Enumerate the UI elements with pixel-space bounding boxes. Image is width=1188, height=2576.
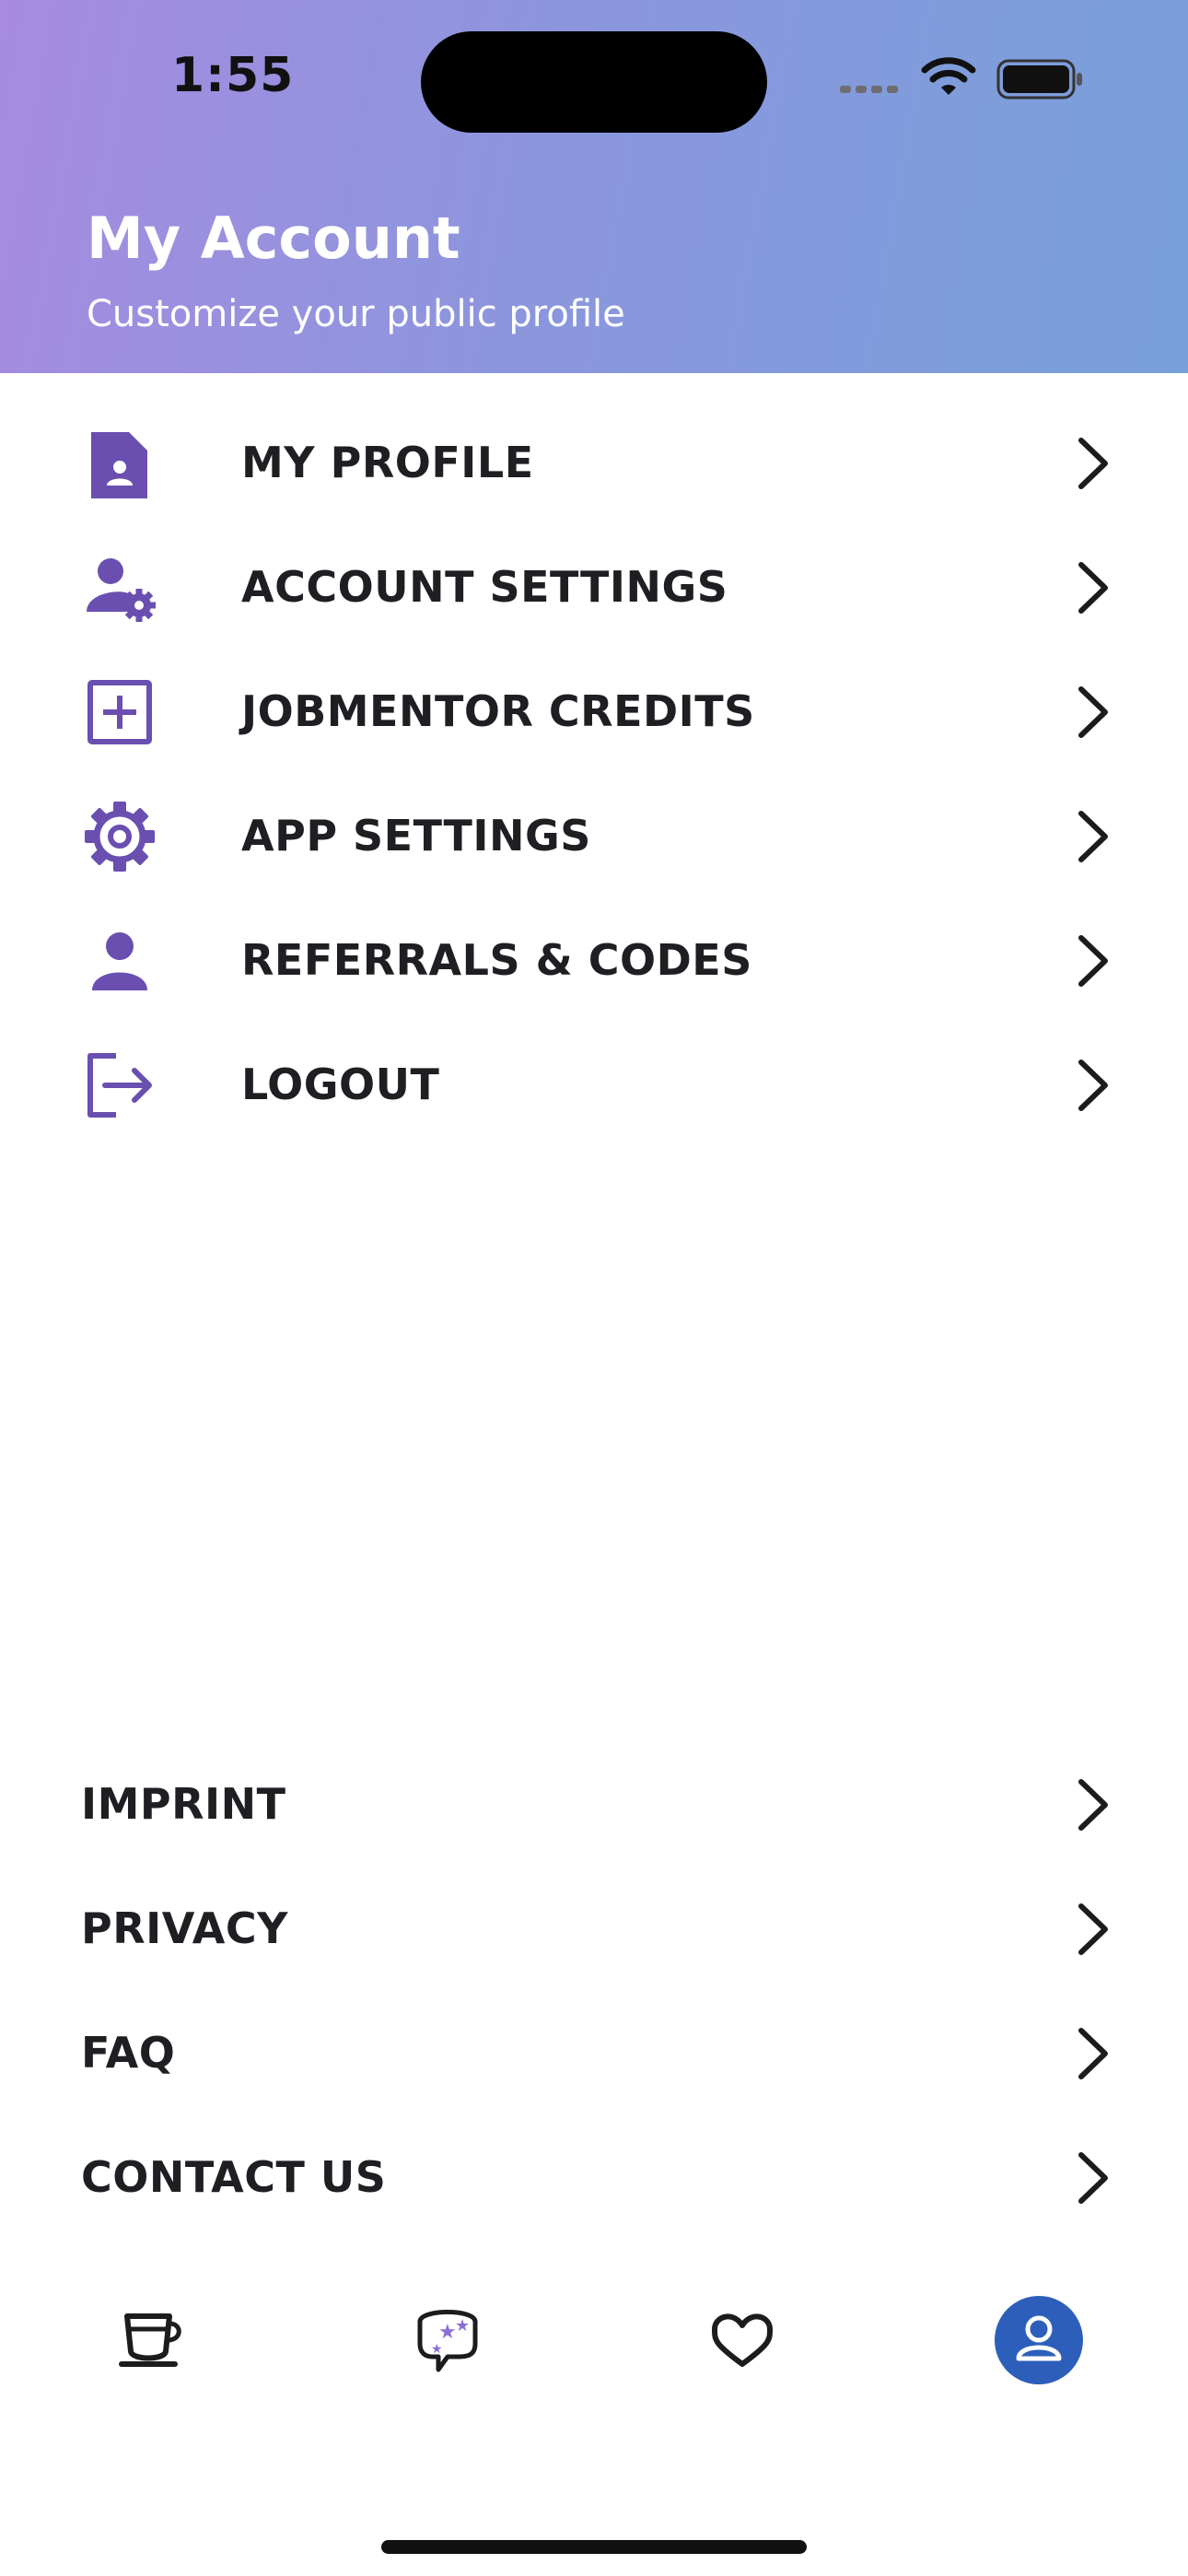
svg-text:★: ★ (455, 2316, 470, 2336)
account-icon (995, 2296, 1083, 2384)
menu-item-logout[interactable]: LOGOUT (0, 1023, 1188, 1147)
footer-item-privacy[interactable]: PRIVACY (0, 1867, 1188, 1991)
footer-label: IMPRINT (81, 1779, 286, 1829)
menu-label: LOGOUT (241, 1060, 440, 1109)
menu-item-referrals-codes[interactable]: REFERRALS & CODES (0, 898, 1188, 1023)
chevron-right-icon (1078, 686, 1108, 738)
footer-item-imprint[interactable]: IMPRINT (0, 1742, 1188, 1867)
menu-item-jobmentor-credits[interactable]: JOBMENTOR CREDITS (0, 650, 1188, 774)
chevron-right-icon (1078, 935, 1108, 987)
chevron-right-icon (1078, 562, 1108, 614)
page-subtitle: Customize your public profile (87, 293, 625, 335)
profile-document-icon (91, 432, 147, 498)
footer-item-contact-us[interactable]: CONTACT US (0, 2115, 1188, 2240)
tab-account[interactable] (984, 2276, 1094, 2405)
chevron-right-icon (1078, 1060, 1108, 1111)
menu-label: JOBMENTOR CREDITS (241, 686, 755, 736)
footer-label: FAQ (81, 2028, 176, 2078)
chevron-right-icon (1078, 1779, 1108, 1831)
footer-item-faq[interactable]: FAQ (0, 1991, 1188, 2115)
tab-coffee[interactable] (94, 2276, 204, 2405)
coffee-cup-icon (119, 2313, 181, 2367)
chevron-right-icon (1078, 438, 1108, 489)
page-title: My Account (87, 205, 460, 272)
status-icons (840, 55, 1089, 103)
chevron-right-icon (1078, 1903, 1108, 1955)
person-icon (92, 932, 147, 990)
account-header: 1:55 My Account Customize your public pr… (0, 0, 1188, 373)
menu-item-account-settings[interactable]: ACCOUNT SETTINGS (0, 525, 1188, 650)
plus-square-icon (87, 680, 152, 744)
tab-chat[interactable]: ★ ★ ★ (390, 2276, 501, 2405)
footer-label: CONTACT US (81, 2152, 387, 2202)
chat-stars-icon: ★ ★ ★ (417, 2310, 478, 2372)
footer-label: PRIVACY (81, 1903, 288, 1953)
home-indicator (381, 2540, 807, 2554)
menu-item-my-profile[interactable]: MY PROFILE (0, 401, 1188, 525)
battery-icon (996, 59, 1082, 100)
logout-icon (87, 1053, 152, 1118)
heart-icon (712, 2313, 773, 2367)
menu-label: REFERRALS & CODES (241, 935, 752, 985)
svg-text:★: ★ (438, 2321, 457, 2344)
user-cog-icon (87, 558, 156, 622)
svg-text:★: ★ (431, 2342, 443, 2357)
wifi-icon (921, 57, 976, 95)
menu-label: MY PROFILE (241, 438, 534, 487)
chevron-right-icon (1078, 2152, 1108, 2204)
bottom-tab-bar: ★ ★ ★ (0, 2276, 1188, 2405)
chevron-right-icon (1078, 2028, 1108, 2079)
status-time: 1:55 (171, 48, 295, 103)
gear-icon (85, 802, 155, 872)
cellular-signal-icon (840, 86, 898, 93)
menu-item-app-settings[interactable]: APP SETTINGS (0, 774, 1188, 898)
tab-favorites[interactable] (687, 2276, 798, 2405)
chevron-right-icon (1078, 811, 1108, 862)
menu-label: APP SETTINGS (241, 811, 591, 861)
menu-label: ACCOUNT SETTINGS (241, 562, 728, 612)
dynamic-island (421, 31, 767, 133)
